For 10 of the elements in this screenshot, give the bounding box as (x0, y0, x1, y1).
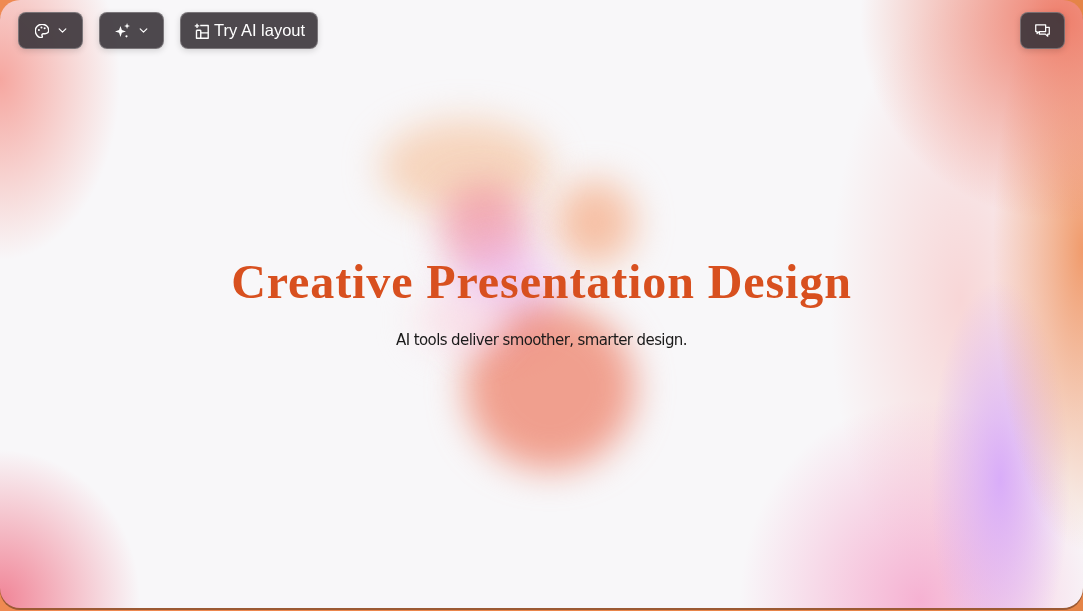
slide-title: Creative Presentation Design (231, 256, 852, 309)
slide-subtitle: AI tools deliver smoother, smarter design. (396, 330, 687, 349)
sparkle-icon (115, 23, 130, 38)
layout-icon (194, 22, 209, 39)
sparkle-menu-button[interactable] (99, 12, 164, 49)
ai-layout-button[interactable]: Try AI layout (180, 12, 319, 49)
chat-icon (1035, 24, 1050, 37)
palette-icon (34, 23, 49, 38)
chat-button[interactable] (1020, 12, 1065, 49)
palette-menu-button[interactable] (18, 12, 83, 49)
